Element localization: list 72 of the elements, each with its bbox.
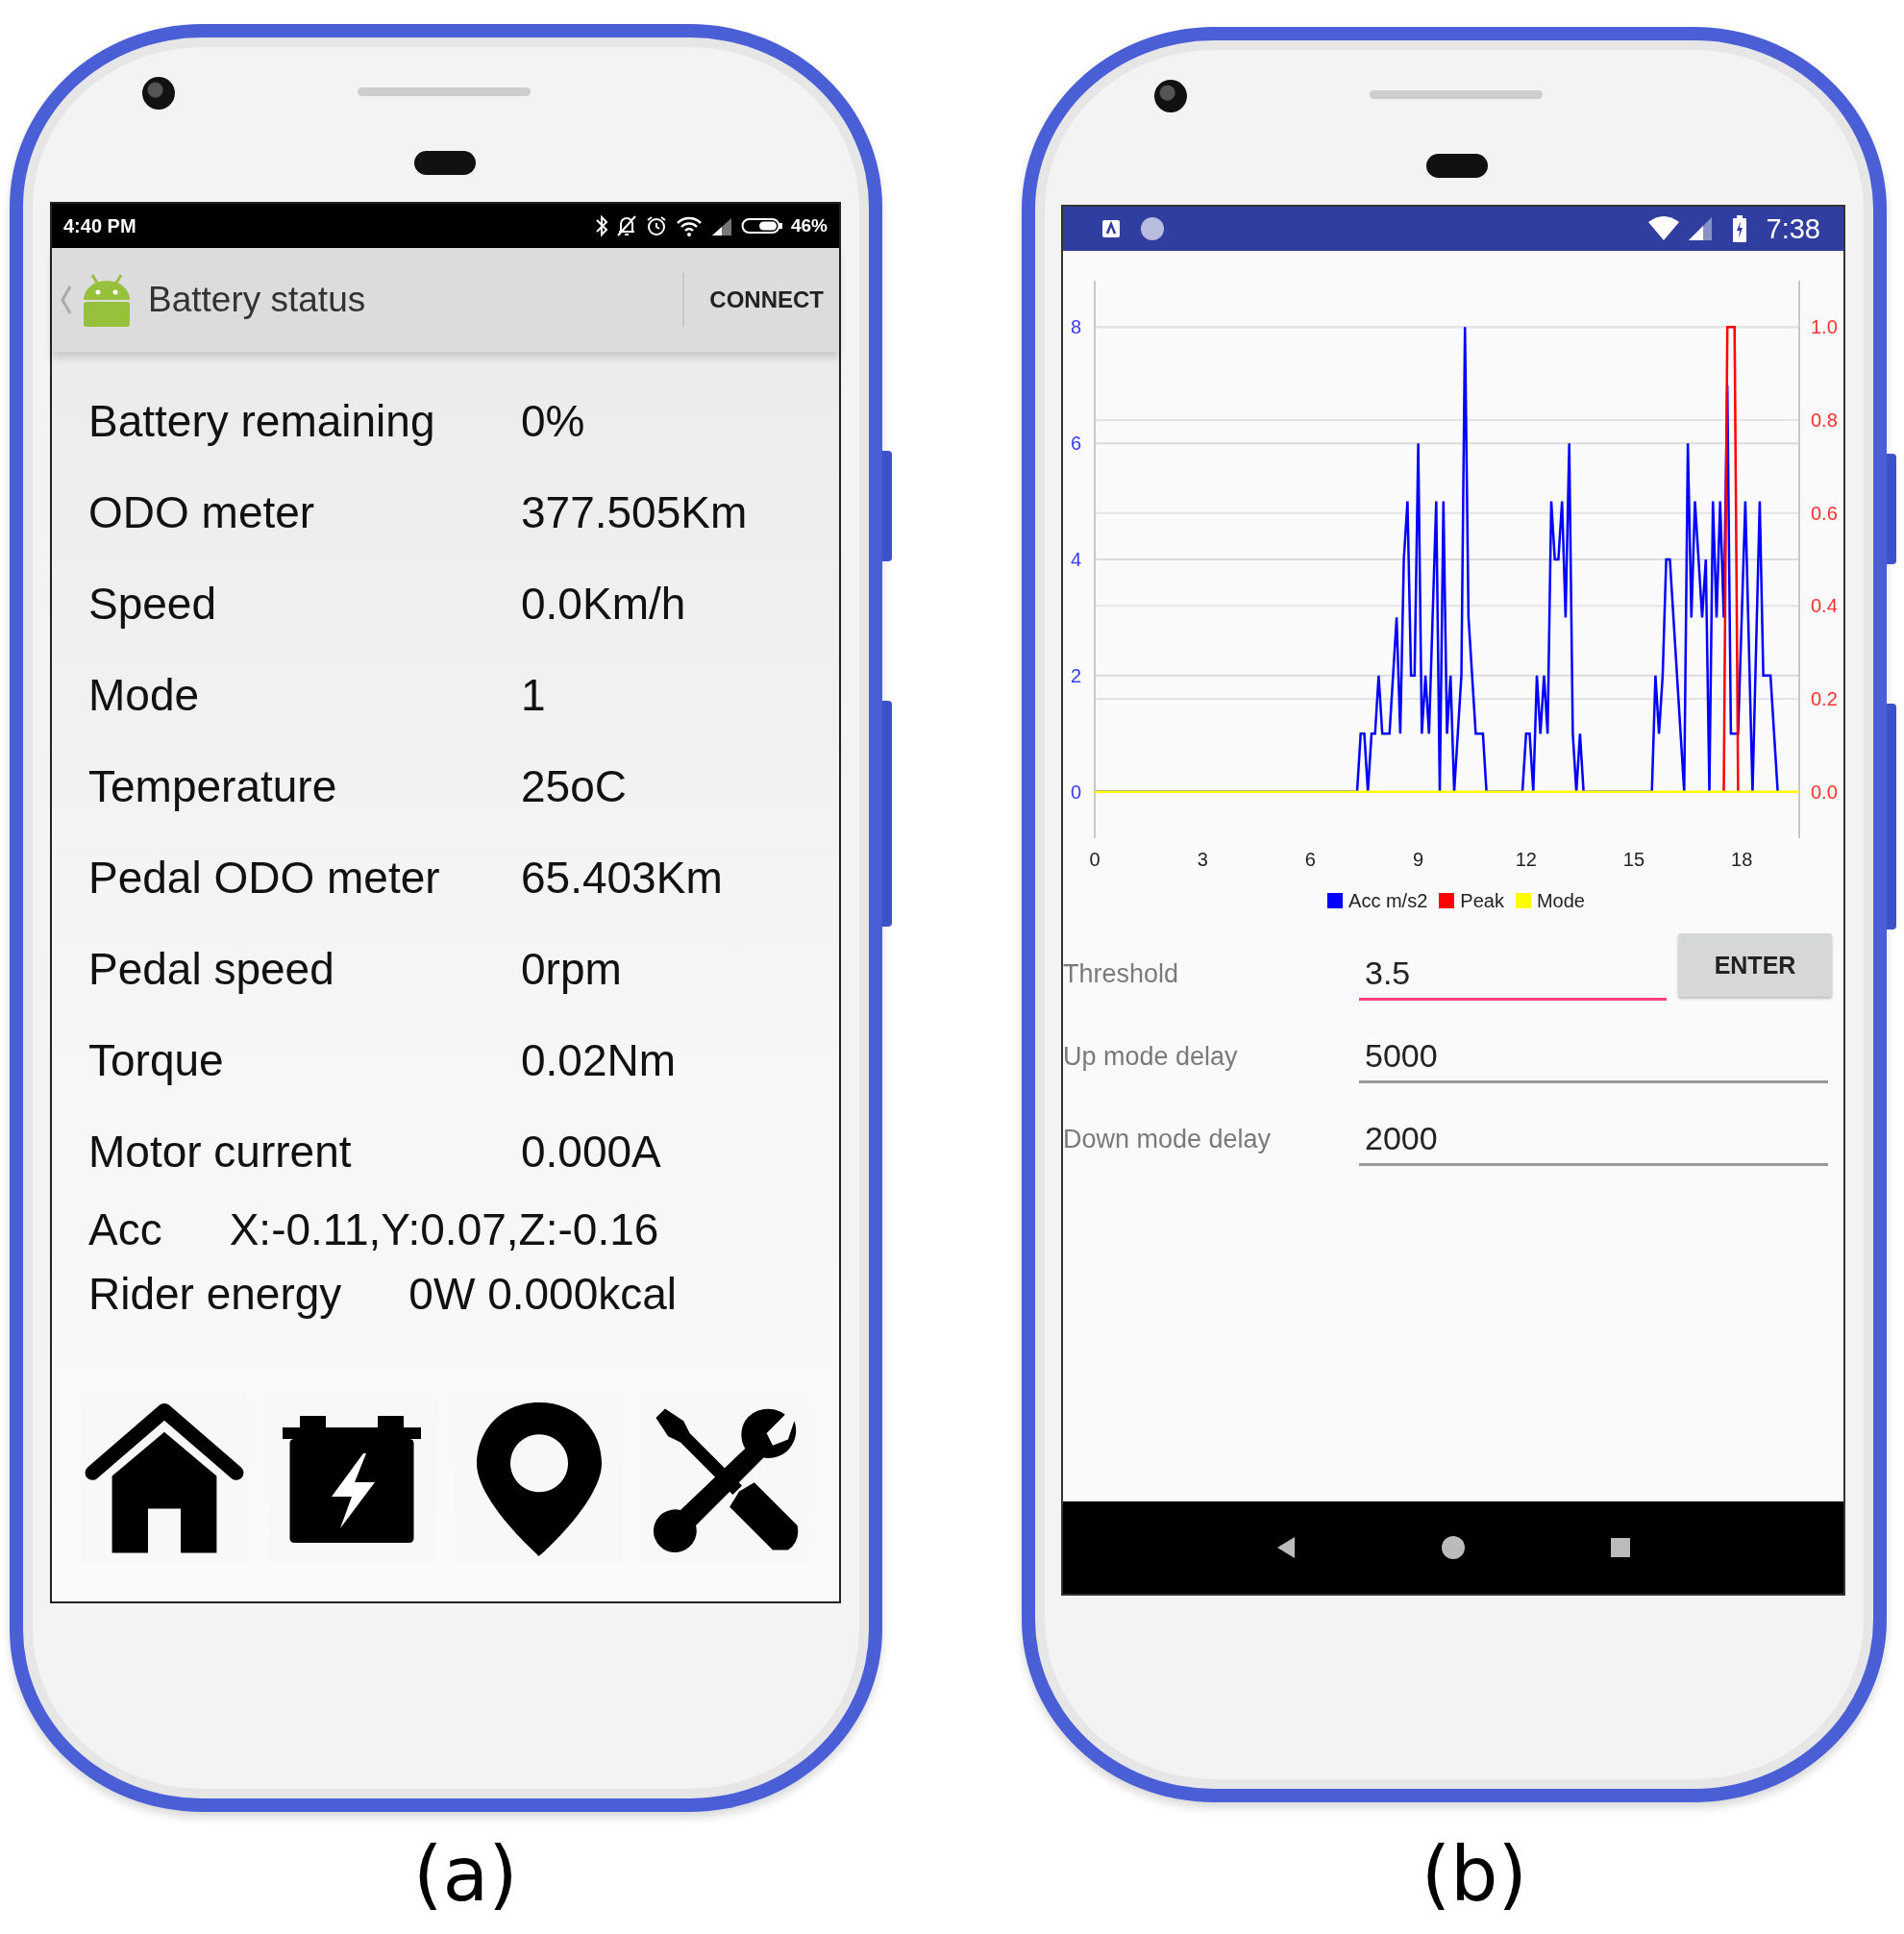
reading-value: 0rpm — [521, 942, 622, 995]
reading-label: Temperature — [88, 759, 338, 812]
reading-value: 0.02Nm — [521, 1033, 677, 1086]
wifi-icon — [1646, 216, 1680, 241]
reading-value: 25oC — [521, 759, 627, 812]
signal-icon — [1687, 216, 1713, 241]
reading-label: Motor current — [88, 1125, 353, 1178]
tick-label: 1.0 — [1811, 316, 1838, 338]
tick-label: 0.8 — [1811, 409, 1838, 431]
tick-label: 8 — [1071, 316, 1082, 338]
figure-caption: (b) — [1421, 1831, 1528, 1918]
setting-label: Threshold — [1063, 959, 1180, 990]
tick-label: 0 — [1089, 849, 1100, 870]
battery-percent: 46% — [790, 215, 828, 236]
reading-label: Mode — [88, 668, 201, 721]
tick-label: 0 — [1071, 781, 1082, 803]
reading-value: 377.505Km — [521, 485, 748, 538]
reading-label: Pedal ODO meter — [88, 851, 441, 904]
reading-label: Battery remaining — [88, 394, 436, 447]
tick-label: 18 — [1731, 849, 1753, 870]
camera-icon — [142, 77, 175, 110]
reading-value: 0.0Km/h — [521, 577, 686, 630]
legend-label: Acc m/s2 — [1348, 889, 1428, 912]
reading-value: 0W 0.000kcal — [408, 1267, 678, 1320]
reading-label: Torque — [88, 1033, 225, 1086]
reading-label: Speed — [88, 577, 217, 630]
text-field[interactable]: 2000 — [1359, 1120, 1828, 1166]
tick-label: 9 — [1413, 849, 1424, 870]
status-time: 4:40 PM — [63, 214, 136, 237]
tick-label: 0.4 — [1811, 595, 1838, 617]
reading-value: 1 — [521, 668, 546, 721]
reading-label: Rider energy — [88, 1267, 342, 1320]
text-field[interactable]: 5000 — [1359, 1037, 1828, 1083]
app-title: Battery status — [148, 280, 366, 320]
wifi-icon — [675, 214, 703, 237]
legend-label: Peak — [1460, 889, 1504, 912]
muted-bell-icon — [615, 214, 637, 237]
reading-value: 0.000A — [521, 1125, 661, 1178]
tick-label: 6 — [1071, 433, 1082, 455]
recents-icon[interactable] — [1610, 1537, 1631, 1558]
figure-caption: (a) — [413, 1831, 518, 1918]
connect-button[interactable]: CONNECT — [692, 277, 839, 323]
bluetooth-icon — [594, 214, 608, 237]
circle-icon — [1140, 216, 1165, 241]
home-icon[interactable] — [1441, 1535, 1466, 1560]
tick-label: 4 — [1071, 549, 1082, 570]
back-icon[interactable] — [1275, 1536, 1297, 1559]
battery-charging-icon — [1731, 215, 1747, 242]
reading-value: 0% — [521, 394, 585, 447]
tick-label: 0.6 — [1811, 502, 1838, 524]
reading-label: Pedal speed — [88, 942, 335, 995]
reading-label: Acc — [88, 1203, 162, 1255]
text-field[interactable]: 3.5 — [1359, 955, 1667, 1001]
earpiece — [1426, 154, 1488, 178]
earpiece — [414, 151, 476, 175]
status-time: 7:38 — [1766, 212, 1820, 245]
tick-label: 3 — [1197, 849, 1208, 870]
reading-value: X:-0.11,Y:0.07,Z:-0.16 — [229, 1203, 659, 1255]
legend-label: Mode — [1536, 889, 1585, 912]
tick-label: 15 — [1622, 849, 1645, 870]
tick-label: 6 — [1304, 849, 1316, 870]
enter-button[interactable]: ENTER — [1678, 933, 1832, 997]
tick-label: 0.2 — [1811, 688, 1838, 709]
tick-label: 2 — [1071, 664, 1082, 686]
camera-icon — [1154, 80, 1187, 112]
notification-icon — [1101, 219, 1121, 238]
reading-value: 65.403Km — [521, 851, 723, 904]
setting-label: Down mode delay — [1063, 1125, 1273, 1155]
tick-label: 12 — [1515, 849, 1537, 870]
reading-label: ODO meter — [88, 485, 316, 538]
tick-label: 0.0 — [1811, 781, 1838, 803]
setting-label: Up mode delay — [1063, 1042, 1239, 1073]
